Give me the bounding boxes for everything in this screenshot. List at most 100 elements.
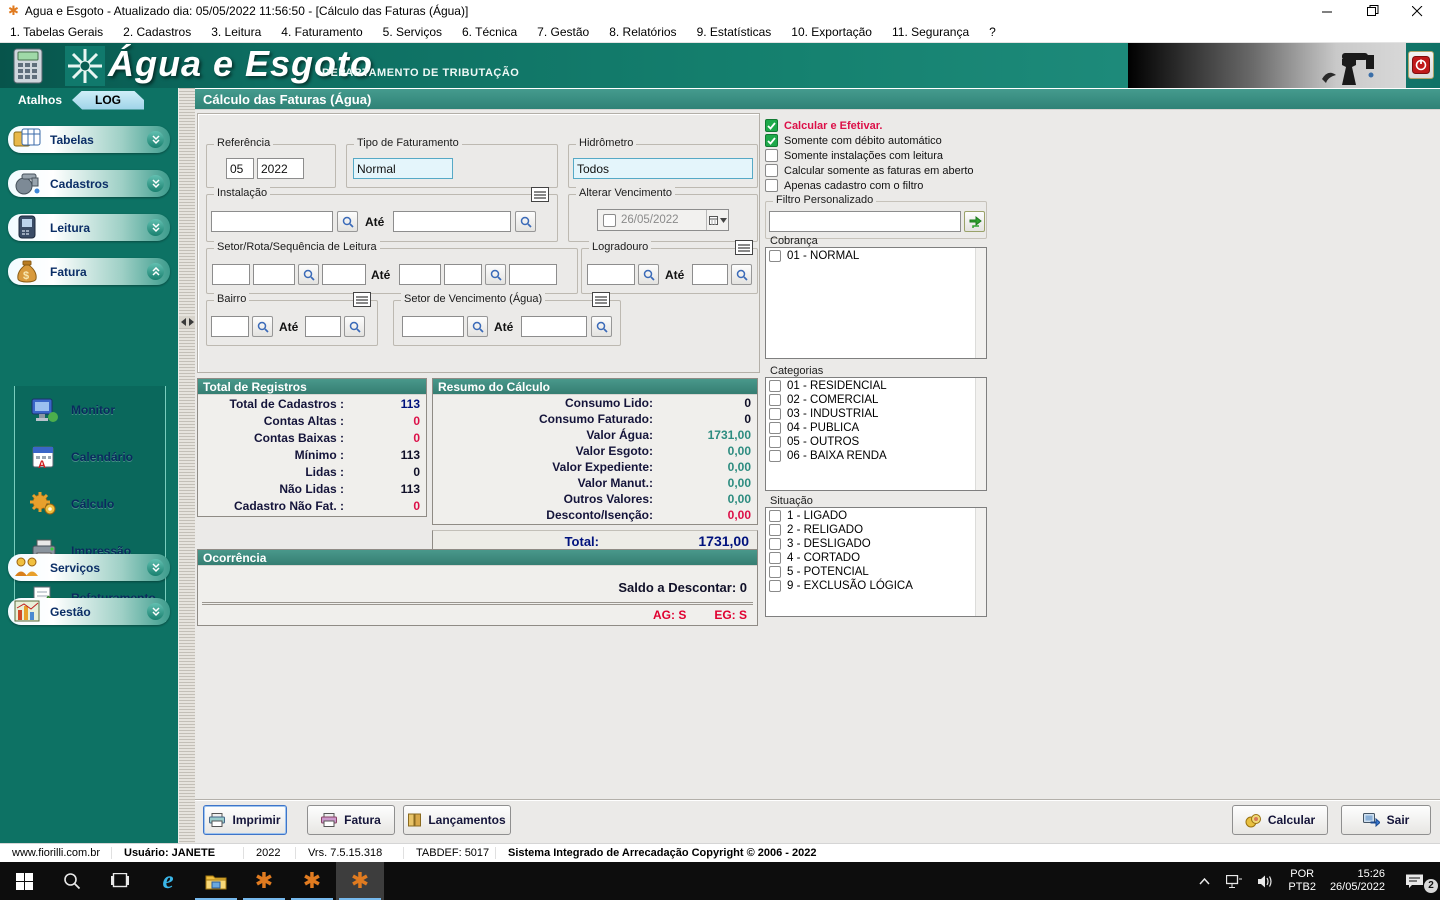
checkbox-icon[interactable] bbox=[769, 450, 781, 462]
chevron-down-icon[interactable] bbox=[147, 131, 164, 148]
start-button[interactable] bbox=[0, 862, 48, 900]
chevron-down-icon[interactable] bbox=[147, 219, 164, 236]
sidebar-group-gestao[interactable]: Gestão bbox=[8, 598, 170, 625]
situacao-listbox[interactable]: 1 - LIGADO 2 - RELIGADO 3 - DESLIGADO 4 … bbox=[765, 507, 987, 617]
sidebar-group-leitura[interactable]: Leitura bbox=[8, 214, 170, 241]
sequencia-ate-input[interactable] bbox=[509, 264, 557, 285]
search-icon[interactable] bbox=[515, 211, 536, 232]
search-icon[interactable] bbox=[344, 316, 365, 337]
checkbox-checked-icon[interactable] bbox=[765, 119, 778, 132]
logradouro-ate-input[interactable] bbox=[692, 264, 728, 285]
option-calcular-efetivar[interactable]: Calcular e Efetivar. bbox=[765, 119, 882, 132]
menu-cadastros[interactable]: 2. Cadastros bbox=[113, 25, 201, 39]
search-icon[interactable] bbox=[638, 264, 659, 285]
cobranca-listbox[interactable]: 01 - NORMAL bbox=[765, 247, 987, 359]
calendar-dropdown-icon[interactable] bbox=[706, 210, 728, 230]
chevron-down-icon[interactable] bbox=[147, 603, 164, 620]
option-faturas-aberto[interactable]: Calcular somente as faturas em aberto bbox=[765, 164, 974, 177]
speaker-icon[interactable] bbox=[1251, 875, 1279, 888]
list-item[interactable]: 2 - RELIGADO bbox=[769, 523, 986, 536]
referencia-month-input[interactable] bbox=[226, 158, 254, 179]
menu-estatisticas[interactable]: 9. Estatísticas bbox=[687, 25, 782, 39]
language-indicator[interactable]: POR PTB2 bbox=[1283, 868, 1321, 894]
checkbox-icon[interactable] bbox=[765, 179, 778, 192]
chevron-down-icon[interactable] bbox=[147, 175, 164, 192]
sidebar-item-calendario[interactable]: A Calendário bbox=[15, 433, 165, 480]
checkbox-icon[interactable] bbox=[769, 436, 781, 448]
option-instalacoes-leitura[interactable]: Somente instalações com leitura bbox=[765, 149, 943, 162]
checkbox-icon[interactable] bbox=[769, 250, 781, 262]
task-view-icon[interactable] bbox=[96, 862, 144, 900]
list-item[interactable]: 04 - PUBLICA bbox=[769, 421, 986, 434]
chevron-up-icon[interactable] bbox=[147, 263, 164, 280]
menu-seguranca[interactable]: 11. Segurança bbox=[882, 25, 979, 39]
setor-de-input[interactable] bbox=[212, 264, 250, 285]
checkbox-icon[interactable] bbox=[769, 510, 781, 522]
listbox-scrollbar[interactable] bbox=[975, 378, 986, 490]
list-icon[interactable] bbox=[592, 292, 610, 307]
menu-faturamento[interactable]: 4. Faturamento bbox=[271, 25, 372, 39]
menu-tabelas-gerais[interactable]: 1. Tabelas Gerais bbox=[0, 25, 113, 39]
sidebar-group-servicos[interactable]: Serviços bbox=[8, 554, 170, 581]
checkbox-icon[interactable] bbox=[769, 580, 781, 592]
checkbox-icon[interactable] bbox=[769, 380, 781, 392]
listbox-scrollbar[interactable] bbox=[975, 248, 986, 358]
list-item[interactable]: 02 - COMERCIAL bbox=[769, 393, 986, 406]
list-icon[interactable] bbox=[353, 292, 371, 307]
sidebar-item-monitor[interactable]: Monitor bbox=[15, 386, 165, 433]
checkbox-icon[interactable] bbox=[769, 538, 781, 550]
fatura-button[interactable]: Fatura bbox=[307, 805, 395, 835]
shortcut-panel-scrollbar[interactable] bbox=[178, 88, 195, 843]
checkbox-icon[interactable] bbox=[769, 566, 781, 578]
menu-help[interactable]: ? bbox=[979, 25, 1006, 39]
network-icon[interactable] bbox=[1221, 875, 1247, 888]
sair-button[interactable]: Sair bbox=[1341, 805, 1431, 835]
referencia-year-input[interactable] bbox=[257, 158, 304, 179]
categorias-listbox[interactable]: 01 - RESIDENCIAL 02 - COMERCIAL 03 - IND… bbox=[765, 377, 987, 491]
power-button[interactable] bbox=[1408, 51, 1434, 79]
list-icon[interactable] bbox=[735, 240, 753, 255]
minimize-button[interactable] bbox=[1305, 0, 1350, 22]
chevron-down-icon[interactable] bbox=[147, 559, 164, 576]
checkbox-icon[interactable] bbox=[769, 524, 781, 536]
taskbar-search-icon[interactable] bbox=[48, 862, 96, 900]
checkbox-icon[interactable] bbox=[765, 149, 778, 162]
search-icon[interactable] bbox=[591, 316, 612, 337]
vencimento-checkbox[interactable] bbox=[603, 214, 616, 227]
search-icon[interactable] bbox=[337, 211, 358, 232]
checkbox-icon[interactable] bbox=[769, 408, 781, 420]
scrollbar-arrows[interactable] bbox=[179, 316, 196, 328]
list-item[interactable]: 05 - OUTROS bbox=[769, 435, 986, 448]
option-cadastro-filtro[interactable]: Apenas cadastro com o filtro bbox=[765, 179, 923, 192]
setor-ate-input[interactable] bbox=[399, 264, 441, 285]
fiorilli-app-icon[interactable]: ✱ bbox=[240, 862, 288, 900]
notification-center-icon[interactable]: 2 bbox=[1394, 873, 1434, 890]
menu-tecnica[interactable]: 6. Técnica bbox=[452, 25, 527, 39]
list-item[interactable]: 9 - EXCLUSÃO LÓGICA bbox=[769, 579, 986, 592]
list-item[interactable]: 5 - POTENCIAL bbox=[769, 565, 986, 578]
search-icon[interactable] bbox=[298, 264, 319, 285]
restore-button[interactable] bbox=[1350, 0, 1395, 22]
menu-gestao[interactable]: 7. Gestão bbox=[527, 25, 599, 39]
listbox-scrollbar[interactable] bbox=[975, 508, 986, 616]
internet-explorer-icon[interactable]: e bbox=[144, 862, 192, 900]
sidebar-group-fatura[interactable]: $ Fatura bbox=[8, 258, 170, 285]
sequencia-de-input[interactable] bbox=[322, 264, 366, 285]
checkbox-checked-icon[interactable] bbox=[765, 134, 778, 147]
tipo-faturamento-input[interactable] bbox=[353, 158, 453, 179]
imprimir-button[interactable]: Imprimir bbox=[203, 805, 287, 835]
lancamentos-button[interactable]: Lançamentos bbox=[403, 805, 511, 835]
menu-relatorios[interactable]: 8. Relatórios bbox=[599, 25, 686, 39]
checkbox-icon[interactable] bbox=[769, 394, 781, 406]
calcular-button[interactable]: Calcular bbox=[1232, 805, 1328, 835]
checkbox-icon[interactable] bbox=[769, 552, 781, 564]
filter-apply-icon[interactable] bbox=[964, 211, 985, 232]
sidebar-item-calculo[interactable]: Cálculo bbox=[15, 480, 165, 527]
logradouro-de-input[interactable] bbox=[587, 264, 635, 285]
setor-venc-de-input[interactable] bbox=[402, 316, 464, 337]
vencimento-date-combo[interactable]: 26/05/2022 bbox=[597, 209, 729, 231]
setor-venc-ate-input[interactable] bbox=[521, 316, 587, 337]
instalacao-de-input[interactable] bbox=[211, 211, 333, 232]
bairro-de-input[interactable] bbox=[211, 316, 249, 337]
sidebar-group-tabelas[interactable]: Tabelas bbox=[8, 126, 170, 153]
